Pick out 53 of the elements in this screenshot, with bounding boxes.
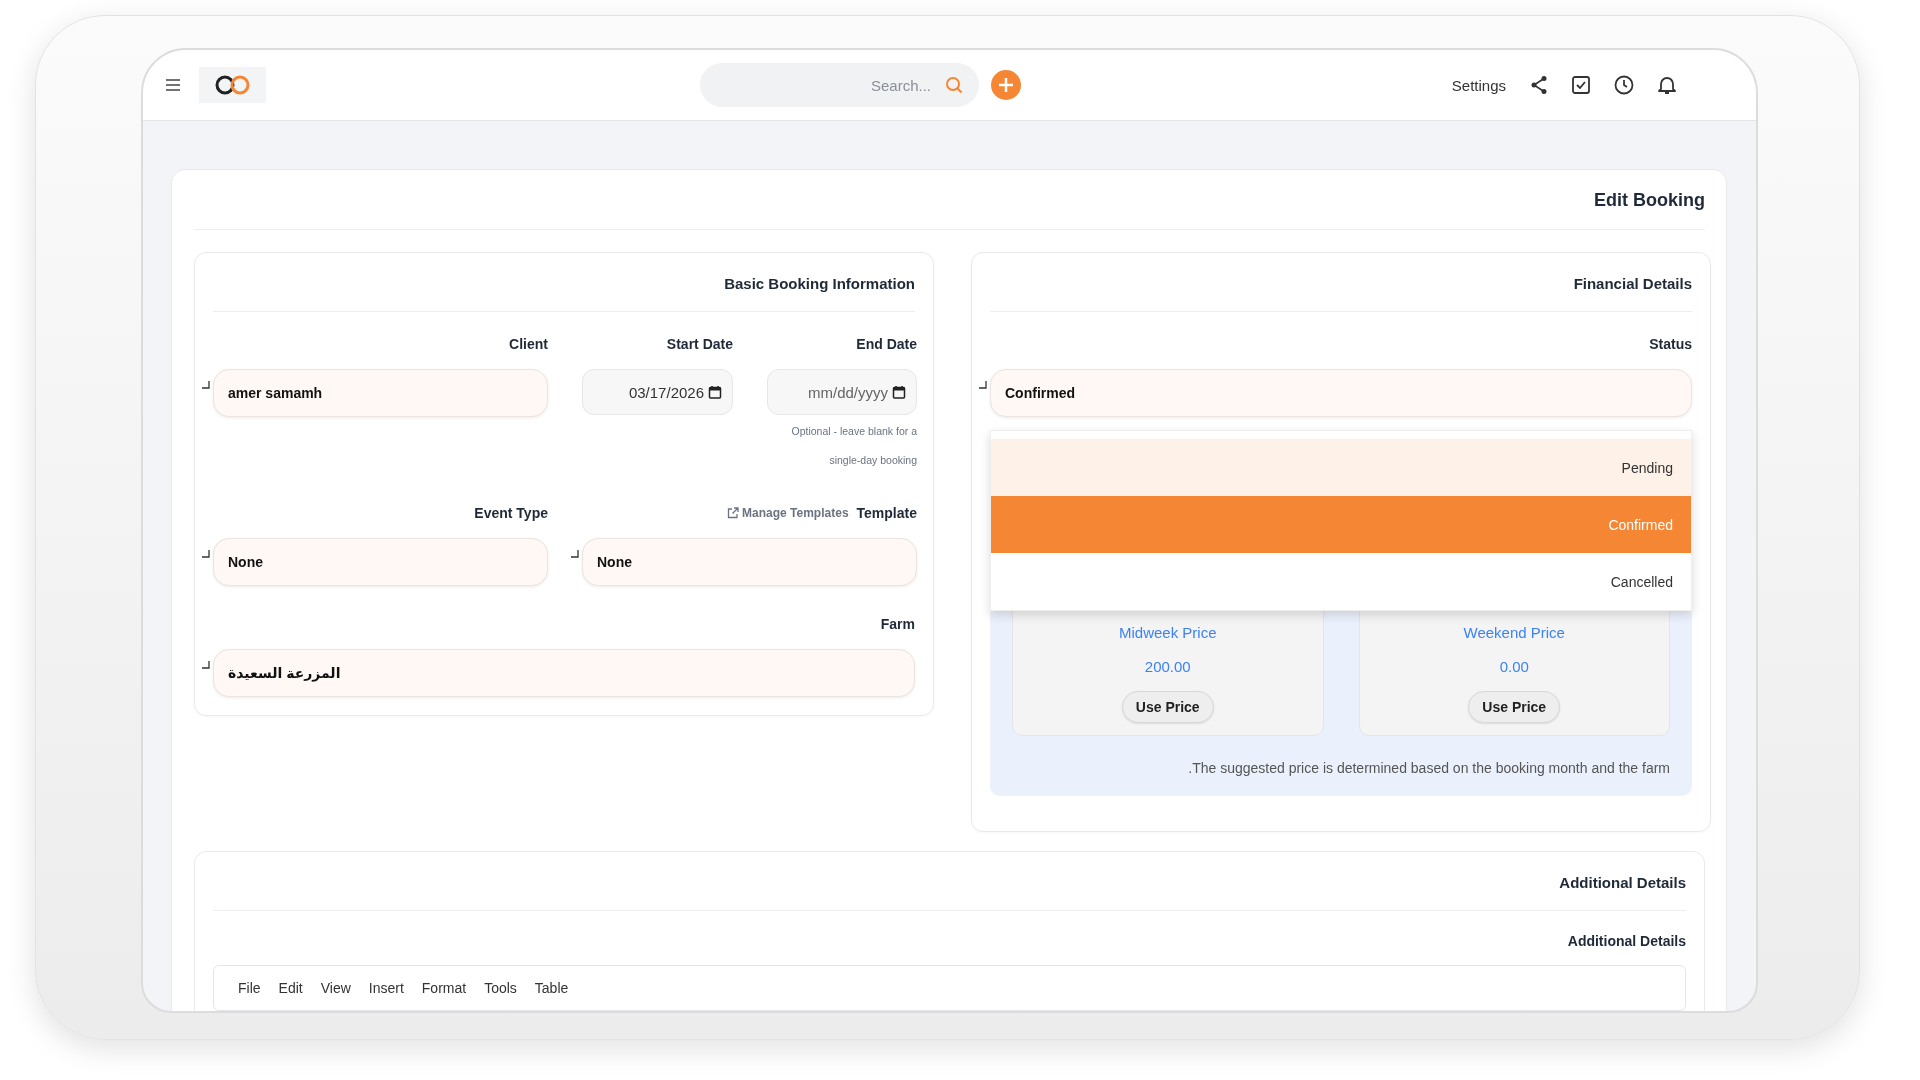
- page-title: Edit Booking: [1594, 190, 1705, 210]
- panel-title: Additional Details: [1559, 874, 1686, 891]
- use-price-button[interactable]: Use Price: [1121, 691, 1214, 723]
- text-editor[interactable]: File Edit View Insert Format Tools Table: [213, 965, 1686, 1011]
- select-field[interactable]: None: [213, 538, 548, 586]
- price-label: Midweek Price: [1119, 624, 1217, 641]
- menu-item[interactable]: Insert: [362, 980, 410, 996]
- field-label: End Date: [856, 336, 917, 352]
- field-label: Client: [509, 336, 548, 352]
- manage-templates-link[interactable]: Manage Templates: [727, 506, 849, 520]
- menu-item[interactable]: View: [314, 980, 357, 996]
- logo-icon[interactable]: [199, 67, 266, 103]
- external-link-icon: [727, 507, 740, 519]
- bell-icon[interactable]: [1658, 75, 1676, 95]
- checkbox-icon[interactable]: [1572, 76, 1590, 94]
- field-label: Start Date: [666, 336, 733, 352]
- clock-icon[interactable]: [1614, 75, 1634, 95]
- note-text: .The suggested price is determined based on the booking month and the farm: [1187, 760, 1670, 776]
- menu-icon[interactable]: [165, 79, 181, 91]
- menu-item[interactable]: Tools: [478, 980, 523, 996]
- calendar-icon: [708, 385, 722, 399]
- hint-text: Optional - leave blank for a single-day booking: [790, 424, 917, 468]
- field-label: Status: [1649, 336, 1692, 352]
- panel-title: Financial Details: [1573, 275, 1692, 292]
- share-icon[interactable]: [1530, 75, 1548, 95]
- corner-mark-icon: [979, 381, 987, 389]
- date-field[interactable]: mm/dd/yyyy: [767, 369, 917, 415]
- field-label: Template: [856, 505, 917, 521]
- corner-mark-icon: [202, 550, 210, 558]
- price-value: 0.00: [1499, 658, 1529, 675]
- field-label: Additional Details: [1567, 933, 1686, 949]
- dropdown-option[interactable]: Cancelled: [991, 553, 1691, 610]
- menu-item[interactable]: Table: [528, 980, 575, 996]
- settings-link[interactable]: Settings: [1451, 76, 1506, 94]
- field-label: Event Type: [474, 505, 548, 521]
- dropdown-option[interactable]: Pending: [991, 439, 1691, 496]
- menu-item[interactable]: Format: [415, 980, 473, 996]
- field-label: Farm: [880, 616, 915, 632]
- menu-item[interactable]: Edit: [272, 980, 309, 996]
- price-value: 200.00: [1144, 658, 1191, 675]
- use-price-button[interactable]: Use Price: [1468, 691, 1561, 723]
- corner-mark-icon: [202, 661, 210, 669]
- client-field[interactable]: amer samamh: [213, 369, 548, 417]
- menu-item[interactable]: File: [232, 980, 267, 996]
- calendar-icon: [892, 385, 906, 399]
- select-field[interactable]: None: [582, 538, 917, 586]
- select-field[interactable]: المزرعة السعيدة: [213, 649, 915, 697]
- corner-mark-icon: [202, 381, 210, 389]
- corner-mark-icon: [571, 550, 579, 558]
- panel-title: Basic Booking Information: [724, 275, 915, 292]
- price-label: Weekend Price: [1463, 624, 1565, 641]
- date-field[interactable]: 03/17/2026: [582, 369, 733, 415]
- select-field[interactable]: Confirmed: [990, 369, 1692, 417]
